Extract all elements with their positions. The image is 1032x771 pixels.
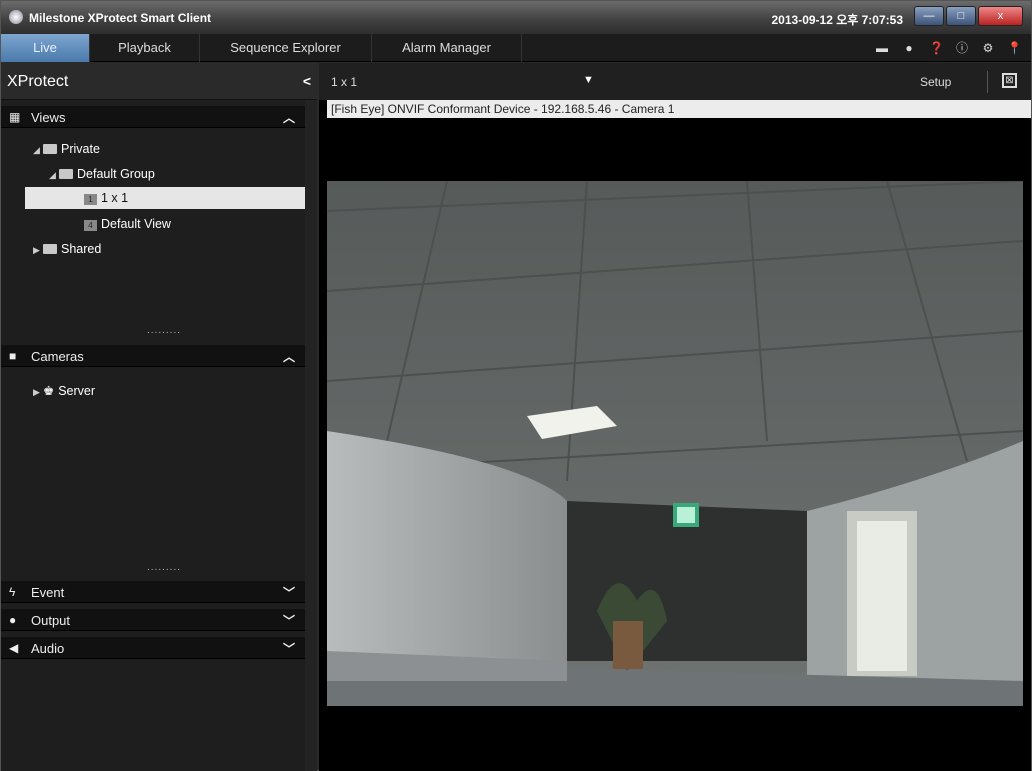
tree-item-default-group[interactable]: ◢ Default Group <box>49 167 155 181</box>
screen-icon[interactable]: ▬ <box>875 41 889 55</box>
window-title: Milestone XProtect Smart Client <box>29 11 212 25</box>
expand-arrow-icon[interactable]: ◢ <box>33 145 43 156</box>
view-layout-icon: 4 <box>84 220 97 231</box>
chevron-down-icon[interactable]: ﹀ <box>283 640 295 657</box>
tab-sequence-explorer[interactable]: Sequence Explorer <box>200 34 372 62</box>
tree-item-default-view[interactable]: 4 Default View <box>84 217 171 231</box>
output-label: Output <box>31 613 71 628</box>
cameras-pane: ▶ ♚ Server ......... <box>1 368 305 575</box>
view-selector[interactable]: 1 x 1 <box>331 75 357 89</box>
resize-grip[interactable]: ......... <box>147 562 181 573</box>
fullscreen-icon[interactable]: ⊠ <box>1002 73 1017 88</box>
selected-row-highlight <box>25 187 305 209</box>
main-tabs: Live Playback Sequence Explorer Alarm Ma… <box>1 34 1031 62</box>
folder-icon <box>43 144 57 154</box>
info-icon[interactable]: ⓘ <box>955 41 969 55</box>
server-icon: ♚ <box>43 384 55 398</box>
event-label: Event <box>31 585 65 600</box>
views-label: Views <box>31 110 66 125</box>
grid-icon: ▦ <box>9 110 21 124</box>
expand-arrow-icon[interactable]: ▶ <box>33 387 43 398</box>
tree-item-shared[interactable]: ▶ Shared <box>33 242 101 256</box>
speaker-icon: ◀ <box>9 641 19 655</box>
dropdown-arrow-icon[interactable]: ▼ <box>583 74 594 86</box>
event-section-header[interactable]: ϟ Event ﹀ <box>1 581 305 603</box>
audio-section-header[interactable]: ◀ Audio ﹀ <box>1 637 305 659</box>
panel-header: XProtect < <box>1 63 317 100</box>
folder-icon <box>43 244 57 254</box>
camera-icon: ■ <box>9 349 17 363</box>
minimize-button[interactable]: — <box>914 6 944 26</box>
panel-scrollbar[interactable] <box>305 100 317 771</box>
audio-label: Audio <box>31 641 65 656</box>
divider <box>987 71 988 93</box>
tree-item-1x1[interactable]: 11 x 1 <box>84 191 128 205</box>
chevron-down-icon[interactable]: ﹀ <box>283 584 295 601</box>
tree-item-server[interactable]: ▶ ♚ Server <box>33 383 95 398</box>
panel-title: XProtect <box>7 73 69 90</box>
expand-arrow-icon[interactable]: ▶ <box>33 245 43 256</box>
resize-grip[interactable]: ......... <box>147 325 181 336</box>
pin-icon[interactable]: 📍 <box>1007 41 1022 55</box>
lightning-icon: ϟ <box>9 585 16 599</box>
video-frame <box>327 181 1023 706</box>
view-area: 1 x 1 ▼ Setup ⊠ [Fish Eye] ONVIF Conform… <box>319 63 1031 771</box>
close-button[interactable]: x <box>978 6 1023 26</box>
chevron-up-icon[interactable]: ︿ <box>283 348 295 365</box>
clock: 2013-09-12 오후 7:07:53 <box>771 13 904 27</box>
maximize-button[interactable]: □ <box>946 6 976 26</box>
help-icon[interactable]: ❓ <box>929 41 944 55</box>
bulb-icon: ● <box>9 613 17 627</box>
tree-item-private[interactable]: ◢ Private <box>33 142 100 156</box>
chevron-down-icon[interactable]: ﹀ <box>283 612 295 629</box>
expand-arrow-icon[interactable]: ◢ <box>49 170 59 181</box>
app-logo-icon <box>9 10 23 24</box>
gear-icon[interactable]: ⚙ <box>981 41 995 55</box>
left-panel: XProtect < ▦ Views ︿ ◢ Private ◢ Default G… <box>1 63 317 771</box>
camera-video-feed[interactable] <box>327 181 1023 706</box>
tab-playback[interactable]: Playback <box>90 34 200 62</box>
chevron-up-icon[interactable]: ︿ <box>283 109 295 126</box>
views-section-header[interactable]: ▦ Views ︿ <box>1 106 305 128</box>
cameras-section-header[interactable]: ■ Cameras ︿ <box>1 345 305 367</box>
setup-button[interactable]: Setup <box>920 75 951 89</box>
title-bar: Milestone XProtect Smart Client 2013-09-… <box>1 1 1031 34</box>
folder-icon <box>59 169 73 179</box>
views-pane: ◢ Private ◢ Default Group 11 x 1 4 Default … <box>1 129 305 338</box>
view-layout-icon: 1 <box>84 194 97 205</box>
view-toolbar: 1 x 1 ▼ Setup ⊠ <box>319 63 1031 100</box>
cameras-label: Cameras <box>31 349 84 364</box>
tab-alarm-manager[interactable]: Alarm Manager <box>372 34 522 62</box>
camera-title-bar[interactable]: [Fish Eye] ONVIF Conformant Device - 192… <box>327 100 1031 118</box>
output-section-header[interactable]: ● Output ﹀ <box>1 609 305 631</box>
disconnect-icon[interactable]: ● <box>902 41 916 55</box>
tab-live[interactable]: Live <box>1 34 90 62</box>
collapse-panel-button[interactable]: < <box>303 73 311 89</box>
app-window: Milestone XProtect Smart Client 2013-09-… <box>0 0 1032 771</box>
